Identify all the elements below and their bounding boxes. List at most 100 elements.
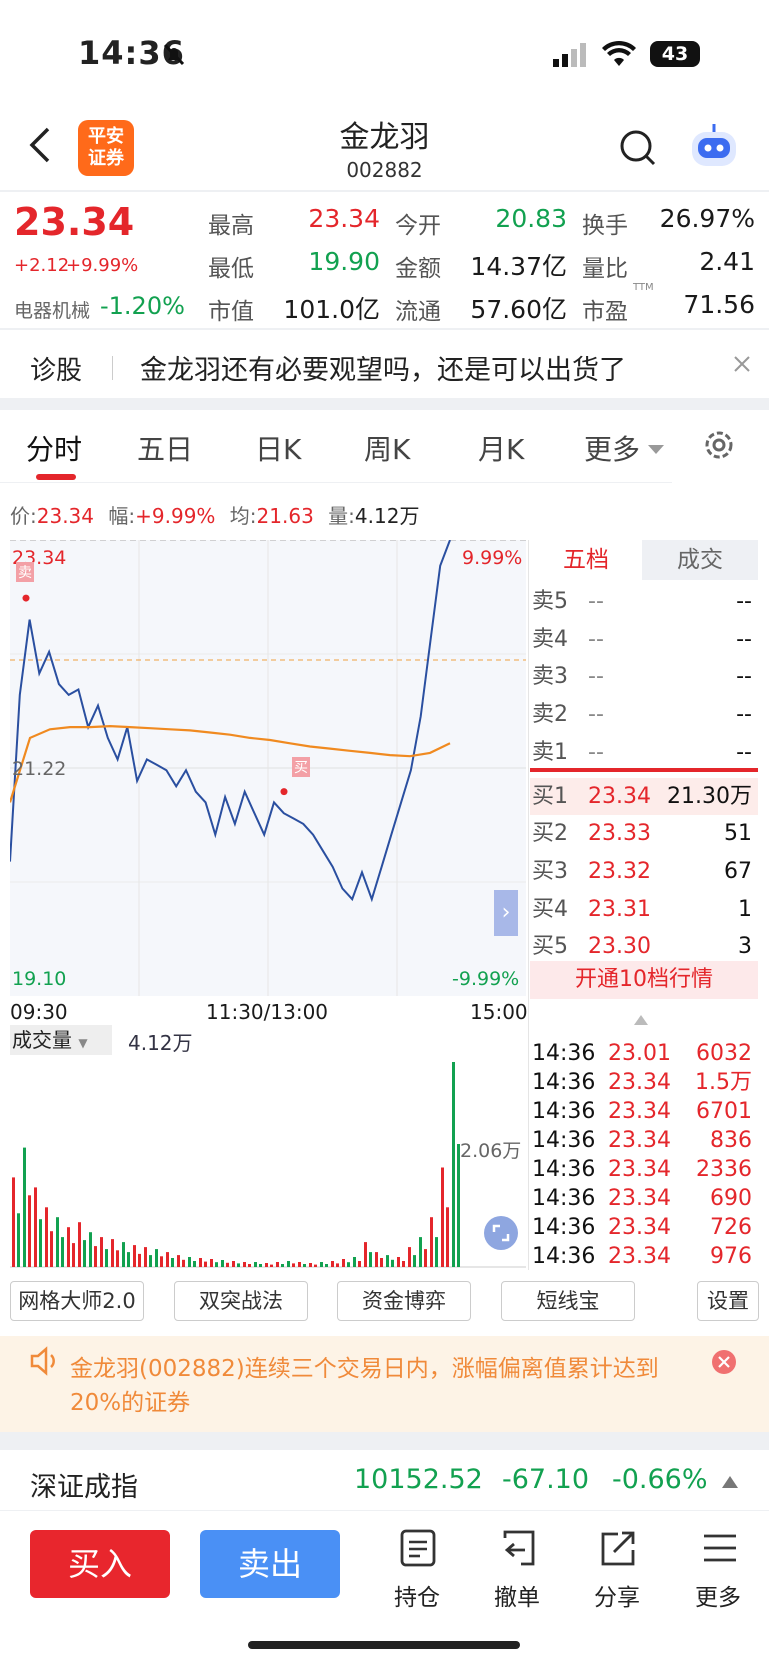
sector-change[interactable]: -1.20% (100, 292, 185, 320)
collapse-up-icon[interactable] (634, 1010, 648, 1029)
volume-bar (259, 1264, 262, 1267)
settings-button[interactable]: 设置 (697, 1281, 759, 1321)
trade-volume: 976 (710, 1244, 752, 1269)
level-volume: -- (736, 589, 752, 614)
diagnosis-label[interactable]: 诊股 (30, 350, 82, 387)
open-10-level-button[interactable]: 开通10档行情 (530, 961, 758, 999)
tab-monthly-k[interactable]: 月K (478, 428, 524, 468)
volume-bar (281, 1264, 284, 1267)
index-name[interactable]: 深证成指 (30, 1465, 138, 1504)
buy-button[interactable]: 买入 (30, 1530, 170, 1598)
volume-bar (452, 1062, 455, 1267)
search-icon[interactable] (618, 128, 658, 172)
chart-top-pct: 9.99% (462, 547, 523, 569)
bid-row[interactable]: 买4 23.31 1 (530, 891, 758, 929)
quote-value: 2.41 (699, 247, 755, 276)
volume-bar (232, 1261, 235, 1267)
ask-row[interactable]: 卖2 -- -- (530, 696, 758, 734)
robot-assistant-icon[interactable] (686, 122, 742, 176)
volume-bar (375, 1252, 378, 1267)
diagnosis-text[interactable]: 金龙羽还有必要观望吗，还是可以出货了 (140, 348, 626, 387)
holdings-icon[interactable] (398, 1528, 438, 1572)
volume-bar (171, 1258, 174, 1267)
quote-value: 26.97% (659, 204, 755, 233)
tab-orderbook[interactable]: 五档 (530, 540, 642, 580)
tool-double-breakout[interactable]: 双突战法 (174, 1281, 308, 1321)
volume-bar (72, 1243, 75, 1267)
quote-value: 71.56 (683, 290, 755, 319)
volume-bar (78, 1222, 81, 1267)
home-indicator (248, 1641, 520, 1649)
level-label: 卖2 (532, 702, 568, 728)
bid-row[interactable]: 买3 23.32 67 (530, 853, 758, 891)
volume-bar (243, 1262, 246, 1267)
tab-daily-k[interactable]: 日K (255, 428, 301, 468)
volume-bar (166, 1252, 169, 1267)
quote-value: 20.83 (495, 204, 567, 233)
notice-close-icon[interactable] (712, 1350, 736, 1374)
volume-chart[interactable] (10, 1058, 526, 1268)
volume-max-label: 2.06万 (460, 1140, 522, 1162)
expand-panel-button[interactable]: › (494, 890, 518, 936)
level-price: -- (588, 626, 604, 652)
tab-five-day[interactable]: 五日 (137, 428, 193, 468)
sector-name[interactable]: 电器机械 (14, 296, 90, 323)
quote-value: 19.90 (308, 247, 380, 276)
volume-bar (287, 1261, 290, 1267)
volume-selector[interactable]: 成交量 ▼ (10, 1025, 112, 1055)
tab-more[interactable]: 更多 (584, 428, 640, 468)
volume-bar (292, 1263, 295, 1267)
volume-bar (314, 1264, 317, 1267)
index-change[interactable]: -67.10 (502, 1464, 589, 1495)
trade-row: 14:36 23.34 726 (532, 1213, 758, 1242)
volume-bar (160, 1256, 163, 1267)
ask-row[interactable]: 卖5 -- -- (530, 583, 758, 621)
ask-row[interactable]: 卖4 -- -- (530, 621, 758, 659)
sell-button[interactable]: 卖出 (200, 1530, 340, 1598)
time-end: 15:00 (470, 1000, 528, 1024)
tab-trades[interactable]: 成交 (642, 540, 758, 580)
time-start: 09:30 (10, 1000, 68, 1024)
expand-up-icon[interactable] (722, 1473, 738, 1492)
volume-bar (325, 1264, 328, 1267)
bell-slash-icon (160, 40, 188, 68)
trade-time: 14:36 (532, 1070, 596, 1095)
volume-bar (17, 1213, 20, 1267)
volume-bar (358, 1261, 361, 1267)
share-label[interactable]: 分享 (594, 1578, 640, 1612)
tab-intraday[interactable]: 分时 (26, 428, 82, 468)
index-pct[interactable]: -0.66% (612, 1464, 708, 1495)
cancel-order-label[interactable]: 撤单 (494, 1578, 540, 1612)
trade-price: 23.34 (608, 1070, 671, 1095)
close-icon[interactable] (732, 354, 752, 378)
tool-grid-master[interactable]: 网格大师2.0 (10, 1281, 144, 1321)
trade-time: 14:36 (532, 1244, 596, 1269)
ask-row[interactable]: 卖3 -- -- (530, 658, 758, 696)
index-value[interactable]: 10152.52 (354, 1464, 483, 1495)
trade-volume: 690 (710, 1186, 752, 1211)
notice-text[interactable]: 金龙羽(002882)连续三个交易日内，涨幅偏离值累计达到20%的证券 (70, 1352, 680, 1420)
more-menu-icon[interactable] (700, 1528, 740, 1572)
level-label: 卖1 (532, 739, 568, 765)
volume-bar (204, 1261, 207, 1267)
tab-weekly-k[interactable]: 周K (364, 428, 410, 468)
ask-row[interactable]: 卖1 -- -- (530, 734, 758, 772)
price-chart[interactable] (10, 540, 526, 996)
holdings-label[interactable]: 持仓 (394, 1578, 440, 1612)
more-label[interactable]: 更多 (695, 1578, 741, 1612)
tool-short-line[interactable]: 短线宝 (501, 1281, 635, 1321)
volume-bar (380, 1258, 383, 1267)
cancel-order-icon[interactable] (499, 1528, 539, 1572)
bid-row[interactable]: 买2 23.33 51 (530, 815, 758, 853)
volume-bar (39, 1219, 42, 1267)
trade-volume: 1.5万 (695, 1070, 752, 1095)
share-icon[interactable] (598, 1528, 638, 1572)
gear-icon[interactable] (702, 428, 736, 466)
tool-capital-game[interactable]: 资金博弈 (337, 1281, 471, 1321)
bid-row[interactable]: 买1 23.34 21.30万 (530, 777, 758, 815)
volume-bar (182, 1259, 185, 1267)
volume-bar (105, 1249, 108, 1267)
volume-bar (270, 1264, 273, 1267)
fullscreen-icon[interactable] (484, 1216, 518, 1250)
buy-marker: 买 (292, 757, 310, 777)
